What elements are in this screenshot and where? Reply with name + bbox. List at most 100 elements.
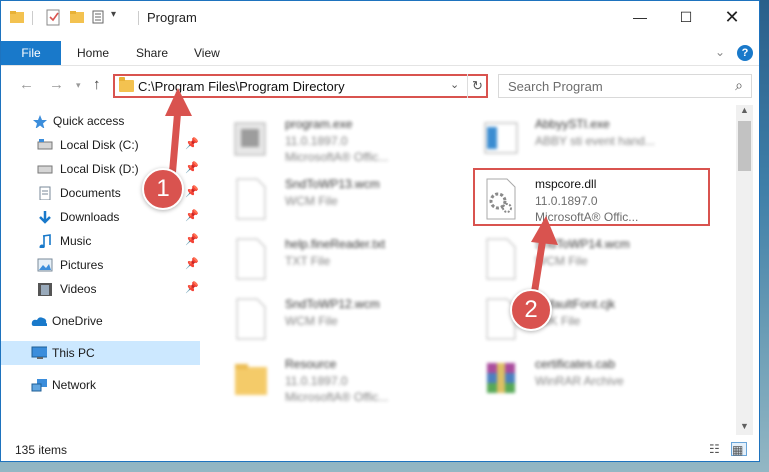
file-tab[interactable]: File: [1, 41, 61, 65]
videos-icon: [38, 283, 52, 296]
navigation-pane: Quick access Local Disk (C:) 📌 Local Dis…: [1, 105, 201, 435]
sidebar-item-label: Local Disk (D:): [60, 162, 139, 176]
customize-toolbar-icon[interactable]: [92, 9, 110, 25]
help-icon[interactable]: ?: [737, 45, 753, 61]
pin-icon[interactable]: 📌: [185, 185, 199, 198]
sidebar-item-label: Music: [60, 234, 92, 248]
text-file-icon: [236, 238, 266, 280]
onedrive-icon: [31, 317, 47, 326]
address-path[interactable]: C:\Program Files\Program Directory: [138, 79, 345, 94]
up-button[interactable]: ↑: [93, 76, 101, 93]
star-icon: [33, 115, 47, 128]
file-item[interactable]: SndToWP12.wcm WCM File: [223, 289, 463, 351]
generic-file-icon: [236, 178, 266, 220]
file-company: MicrosoftA® Offic...: [285, 150, 389, 164]
tab-view[interactable]: View: [194, 41, 220, 65]
pin-icon[interactable]: 📌: [185, 137, 199, 150]
exe-file-icon: [484, 122, 518, 154]
file-name: AbbyySTI.exe: [535, 117, 610, 131]
sidebar-item-label: Quick access: [53, 114, 125, 128]
chevron-down-icon[interactable]: ⌄: [450, 78, 459, 91]
forward-button[interactable]: →: [49, 76, 64, 93]
sidebar-item-label: Videos: [60, 282, 97, 296]
sidebar-item-label: Documents: [60, 186, 121, 200]
folder-icon: [235, 364, 267, 395]
divider: [138, 11, 139, 25]
file-item[interactable]: SndToWP13.wcm WCM File: [223, 169, 463, 231]
sidebar-item-label: Local Disk (C:): [60, 138, 139, 152]
file-item[interactable]: program.exe 11.0.1897.0 MicrosoftA® Offi…: [223, 109, 463, 171]
sidebar-item-videos[interactable]: Videos 📌: [1, 277, 200, 301]
search-icon[interactable]: ⌕: [735, 77, 743, 94]
recent-locations-icon[interactable]: ▾: [76, 80, 81, 91]
file-description: ABBY sti event hand...: [535, 134, 655, 148]
ribbon: File Home Share View ⌄ ?: [1, 41, 759, 65]
close-icon: ✕: [724, 7, 740, 27]
file-name: Resource: [285, 357, 337, 371]
file-company: MicrosoftA® Offic...: [285, 390, 389, 404]
sidebar-item-pictures[interactable]: Pictures 📌: [1, 253, 200, 277]
tab-home[interactable]: Home: [77, 41, 109, 65]
file-type: WCM File: [285, 314, 338, 328]
pin-icon[interactable]: 📌: [185, 161, 199, 174]
scrollbar[interactable]: ▲ ▼: [736, 105, 753, 435]
pin-icon[interactable]: 📌: [185, 257, 199, 270]
title-bar: ▾ Program — ☐ ✕: [1, 1, 759, 33]
scrollbar-thumb[interactable]: [738, 121, 751, 171]
minimize-button[interactable]: —: [617, 1, 663, 33]
file-name: certificates.cab: [535, 357, 616, 371]
file-name: help.fineReader.txt: [285, 237, 386, 251]
sidebar-item-music[interactable]: Music 📌: [1, 229, 200, 253]
folder-icon[interactable]: [9, 9, 25, 25]
file-item[interactable]: Resource 11.0.1897.0 MicrosoftA® Offic..…: [223, 349, 463, 411]
pictures-icon: [37, 258, 53, 272]
explorer-window: ▾ Program — ☐ ✕ File Home Share View ⌄ ?…: [0, 0, 760, 462]
file-item[interactable]: DefaultFont.cjk CJK File: [473, 289, 713, 351]
downloads-icon: [39, 211, 51, 224]
generic-file-icon: [486, 238, 516, 280]
sidebar-item-this-pc[interactable]: This PC: [1, 341, 200, 365]
sidebar-item-label: This PC: [52, 346, 95, 360]
pin-icon[interactable]: 📌: [185, 233, 199, 246]
address-bar[interactable]: C:\Program Files\Program Directory ⌄ ↻: [113, 74, 488, 98]
sidebar-item-label: OneDrive: [52, 314, 103, 328]
back-button[interactable]: ←: [19, 76, 34, 93]
sidebar-item-quick-access[interactable]: Quick access: [1, 109, 200, 133]
sidebar-item-onedrive[interactable]: OneDrive: [1, 309, 200, 333]
scroll-down-icon[interactable]: ▼: [736, 421, 753, 435]
maximize-button[interactable]: ☐: [663, 1, 709, 33]
close-button[interactable]: ✕: [709, 1, 755, 33]
pin-icon[interactable]: 📌: [185, 209, 199, 222]
refresh-button[interactable]: ↻: [467, 74, 487, 98]
pin-icon[interactable]: 📌: [185, 281, 199, 294]
chevron-down-icon[interactable]: ▾: [111, 9, 116, 20]
sidebar-item-label: Network: [52, 378, 97, 392]
file-name: SndToWP13.wcm: [285, 177, 380, 191]
sidebar-item-network[interactable]: Network: [1, 373, 200, 397]
file-item[interactable]: certificates.cab WinRAR Archive: [473, 349, 713, 411]
tab-share[interactable]: Share: [136, 41, 168, 65]
exe-file-icon: [234, 122, 266, 156]
drive-icon: [37, 165, 53, 174]
expand-ribbon-icon[interactable]: ⌄: [715, 45, 725, 59]
file-item[interactable]: SndToWP14.wcm WCM File: [473, 229, 713, 291]
search-box[interactable]: Search Program ⌕: [498, 74, 752, 98]
sidebar-item-local-disk-c[interactable]: Local Disk (C:) 📌: [1, 133, 200, 157]
file-item[interactable]: help.fineReader.txt TXT File: [223, 229, 463, 291]
window-title: Program: [147, 10, 197, 25]
details-view-icon[interactable]: ☷: [709, 442, 725, 456]
navigation-bar: ← → ▾ ↑ C:\Program Files\Program Directo…: [1, 65, 759, 105]
minimize-icon: —: [633, 9, 647, 25]
new-folder-icon[interactable]: [69, 9, 85, 25]
properties-icon[interactable]: [45, 9, 63, 27]
status-bar: 135 items ☷ ▦: [1, 435, 759, 461]
highlight-box: [473, 168, 710, 226]
scroll-up-icon[interactable]: ▲: [736, 105, 753, 119]
maximize-icon: ☐: [679, 9, 693, 25]
archive-icon: [487, 363, 515, 393]
search-input[interactable]: Search Program: [508, 79, 603, 94]
documents-icon: [39, 186, 51, 200]
step-1-badge: 1: [142, 168, 184, 210]
file-item[interactable]: AbbyySTI.exe ABBY sti event hand...: [473, 109, 713, 171]
large-icons-view-icon[interactable]: ▦: [731, 442, 747, 457]
